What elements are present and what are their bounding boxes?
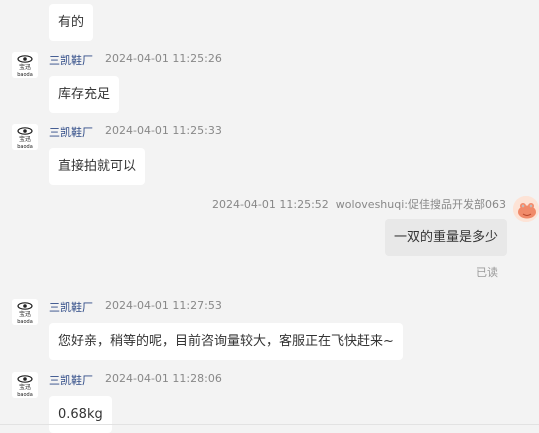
message-time: 2024-04-01 11:25:26 [105, 52, 222, 65]
chat-message-list[interactable]: 有的 宝迅 baoda 三凯鞋厂 2024-04-01 11:25:26 库存充… [0, 0, 539, 433]
message-text: 有的 [58, 15, 85, 30]
user-avatar[interactable] [513, 196, 539, 222]
svg-text:baoda: baoda [17, 319, 33, 325]
message-bubble: 直接拍就可以 [49, 148, 146, 185]
message-text: 库存充足 [58, 87, 111, 102]
message-text: 一双的重量是多少 [393, 230, 498, 245]
shop-avatar[interactable]: 宝迅 baoda [12, 372, 38, 398]
message-time: 2024-04-01 11:25:52 [211, 198, 329, 211]
message-bubble: 您好亲，稍等的呢，目前咨询量较大，客服正在飞快赶来~ [49, 323, 403, 360]
sender-name[interactable]: 三凯鞋厂 [49, 372, 93, 388]
sender-name[interactable]: woloveshuqi:促佳搜品开发部063 [336, 198, 506, 211]
message-time: 2024-04-01 11:28:06 [105, 372, 222, 385]
message-bubble: 0.68kg [49, 396, 112, 433]
shop-logo-eye-icon: 宝迅 baoda [12, 124, 38, 150]
shop-logo-eye-icon: 宝迅 baoda [12, 299, 38, 325]
sender-name[interactable]: 三凯鞋厂 [49, 124, 93, 140]
sender-name[interactable]: 三凯鞋厂 [49, 52, 93, 68]
message-bubble-outgoing: 一双的重量是多少 [384, 219, 507, 256]
shop-avatar[interactable]: 宝迅 baoda [12, 124, 38, 150]
shop-logo-eye-icon: 宝迅 baoda [12, 372, 38, 398]
message-time: 2024-04-01 11:27:53 [105, 299, 222, 312]
svg-text:宝迅: 宝迅 [19, 135, 31, 143]
message-meta: 2024-04-01 11:25:52 woloveshuqi:促佳搜品开发部0… [212, 196, 506, 212]
shop-logo-eye-icon: 宝迅 baoda [12, 52, 38, 78]
svg-text:baoda: baoda [17, 392, 33, 398]
svg-text:baoda: baoda [17, 72, 33, 78]
svg-text:宝迅: 宝迅 [19, 63, 31, 71]
message-time: 2024-04-01 11:25:33 [105, 124, 222, 137]
sender-name[interactable]: 三凯鞋厂 [49, 299, 93, 315]
message-bubble: 有的 [49, 4, 94, 41]
shop-avatar[interactable]: 宝迅 baoda [12, 52, 38, 78]
message-text: 您好亲，稍等的呢，目前咨询量较大，客服正在飞快赶来~ [58, 334, 394, 349]
svg-text:宝迅: 宝迅 [19, 310, 31, 318]
cartoon-crab-avatar-icon [513, 196, 539, 222]
message-text: 直接拍就可以 [58, 159, 137, 174]
shop-avatar[interactable]: 宝迅 baoda [12, 299, 38, 325]
message-text: 0.68kg [58, 407, 103, 422]
svg-text:宝迅: 宝迅 [19, 383, 31, 391]
svg-text:baoda: baoda [17, 144, 33, 150]
message-bubble: 库存充足 [49, 76, 120, 113]
read-status: 已读 [476, 266, 498, 279]
